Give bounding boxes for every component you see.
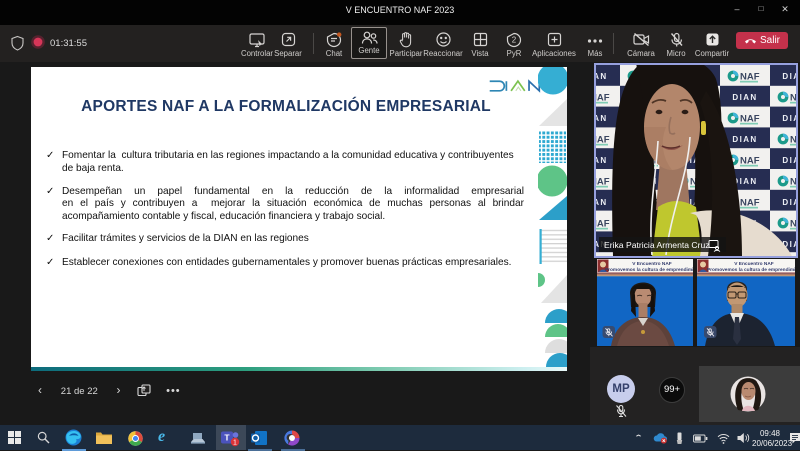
svg-text:2: 2 xyxy=(512,36,517,45)
svg-text:1: 1 xyxy=(233,440,237,447)
svg-text:Promovemos la cultura de empre: Promovemos la cultura de emprendimien xyxy=(605,267,693,273)
svg-text:V Encuentro NAF: V Encuentro NAF xyxy=(734,261,774,267)
svg-text:V Encuentro NAF: V Encuentro NAF xyxy=(632,261,672,267)
svg-text:Erika Patricia Armenta Cruz: Erika Patricia Armenta Cruz xyxy=(604,240,710,250)
svg-text:Promovemos la cultura de empre: Promovemos la cultura de emprendimien xyxy=(707,267,795,273)
svg-text:T: T xyxy=(224,433,230,443)
